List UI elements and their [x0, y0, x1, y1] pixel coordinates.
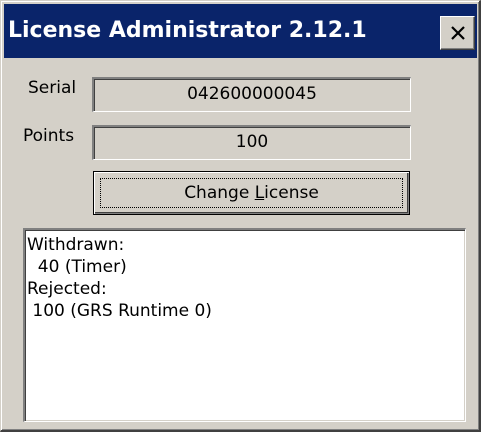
log-line: 100 (GRS Runtime 0)	[27, 301, 212, 321]
log-line: Rejected:	[27, 279, 107, 299]
license-administrator-window: License Administrator 2.12.1 Serial 0426…	[0, 0, 481, 432]
change-license-label: Change License	[184, 183, 319, 203]
log-line: 40 (Timer)	[27, 257, 127, 277]
log-line: Withdrawn:	[27, 235, 125, 255]
close-icon	[451, 26, 465, 40]
serial-field: 042600000045	[92, 77, 411, 112]
title-bar[interactable]: License Administrator 2.12.1	[4, 4, 477, 58]
license-log-textbox[interactable]: Withdrawn: 40 (Timer) Rejected: 100 (GRS…	[23, 228, 466, 422]
window-title: License Administrator 2.12.1	[8, 18, 367, 43]
close-button[interactable]	[440, 16, 475, 50]
points-field: 100	[92, 125, 411, 160]
change-license-button[interactable]: Change License	[93, 171, 410, 215]
serial-label: Serial	[28, 78, 77, 98]
points-label: Points	[23, 126, 75, 146]
mnemonic-key: L	[254, 183, 265, 203]
